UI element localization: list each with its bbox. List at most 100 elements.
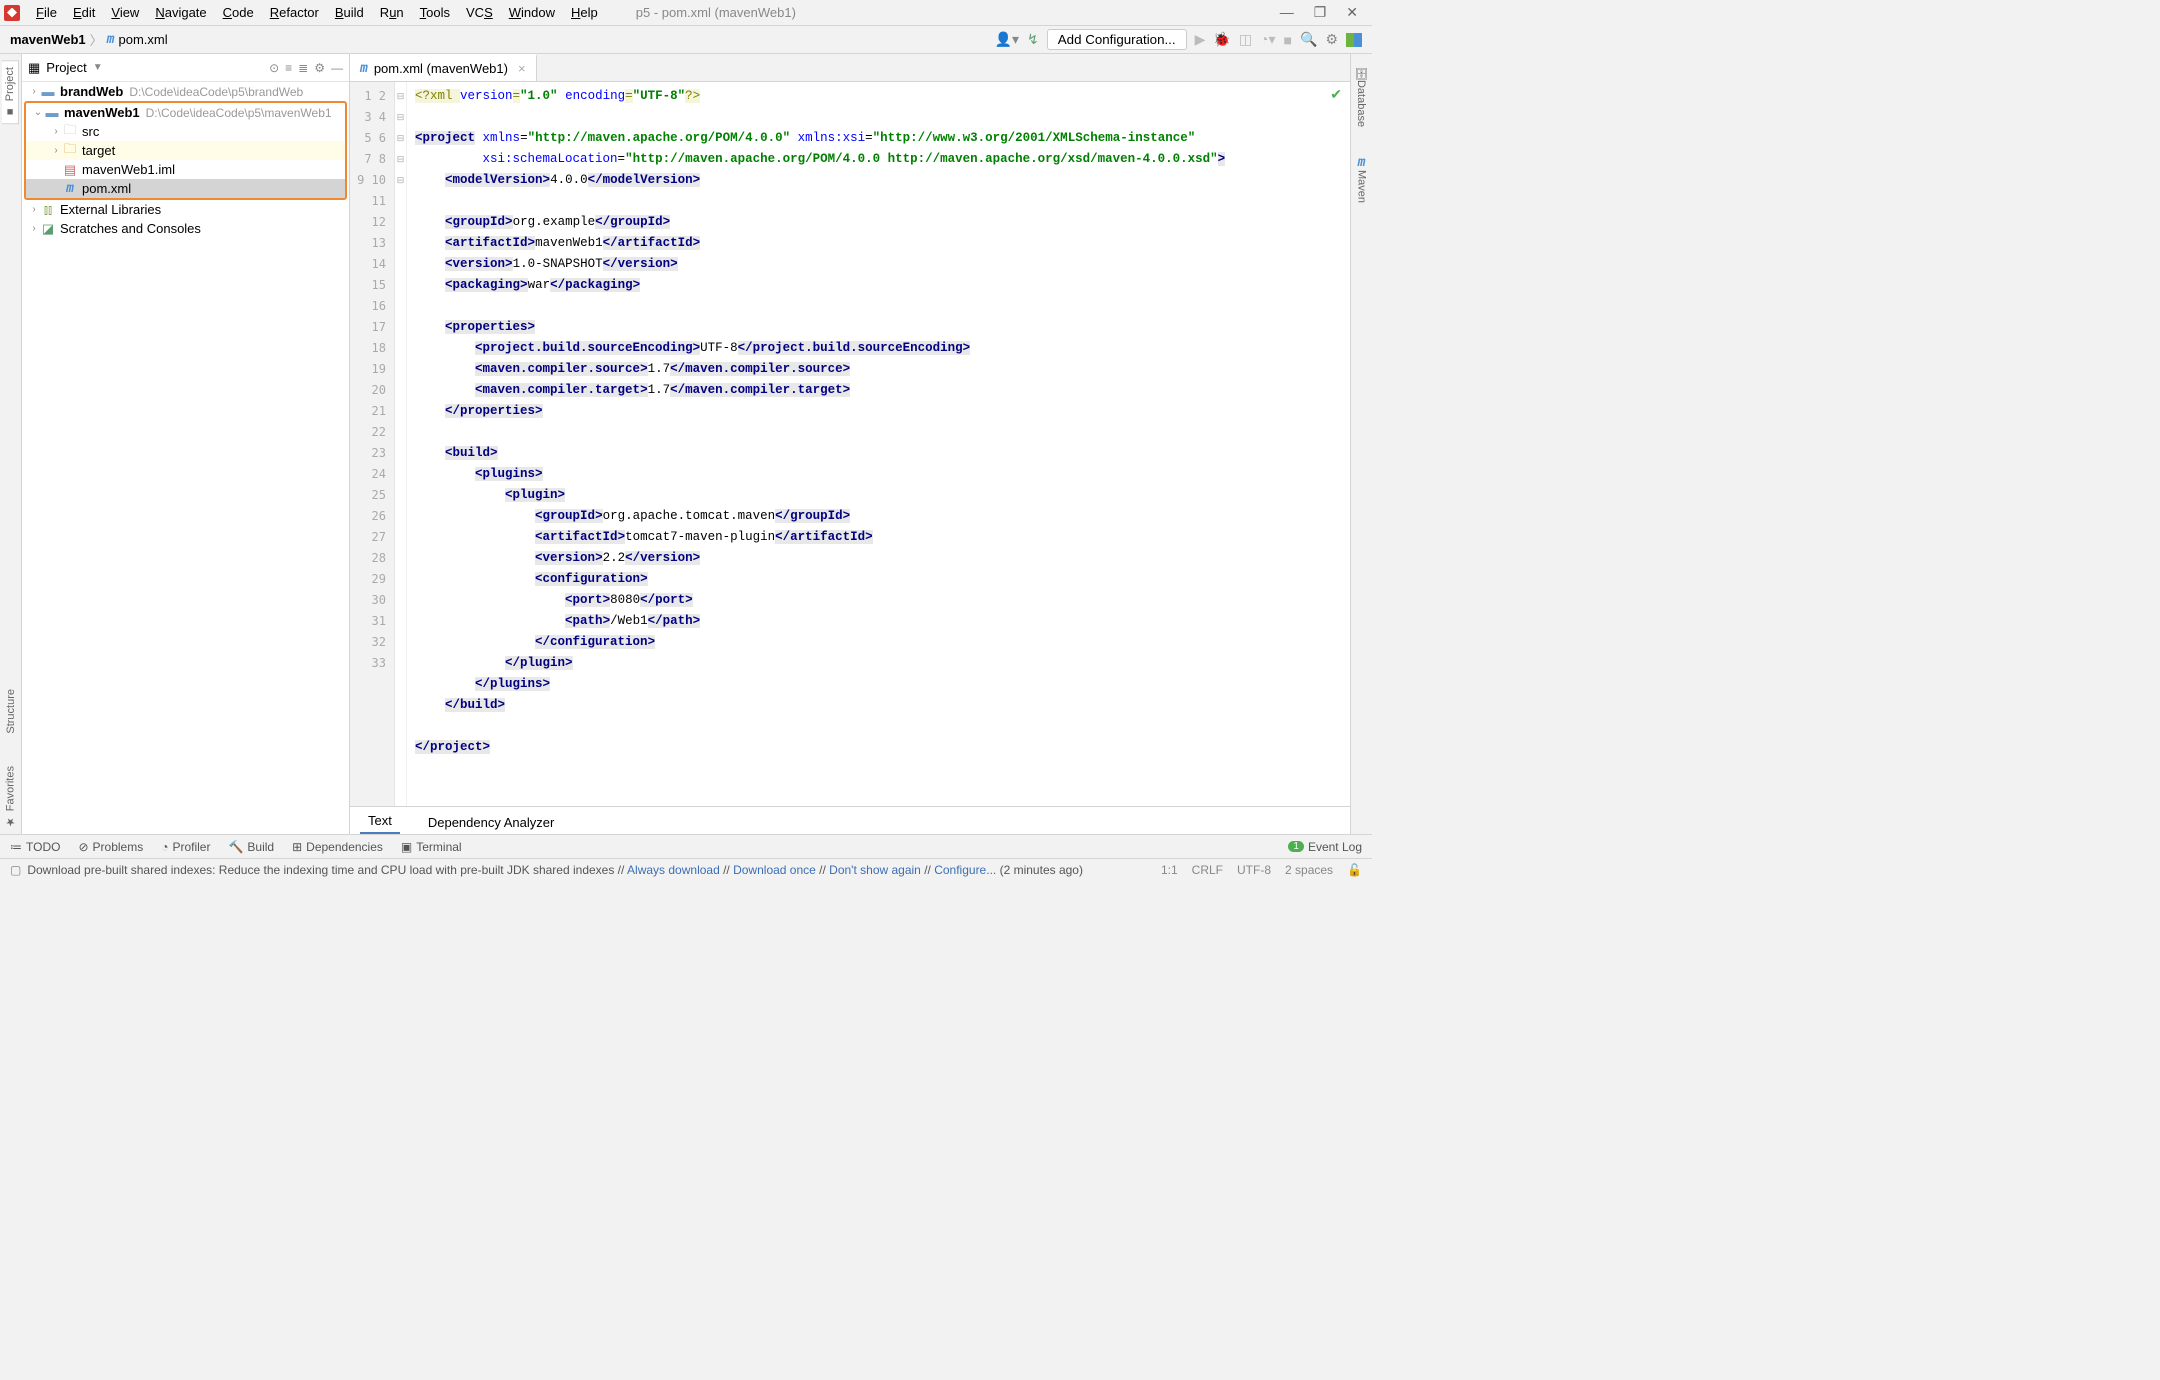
- module-icon: ▬: [44, 105, 60, 120]
- editor-body[interactable]: 1 2 3 4 5 6 7 8 9 10 11 12 13 14 15 16 1…: [350, 82, 1350, 806]
- caret-position[interactable]: 1:1: [1161, 863, 1178, 877]
- file-encoding[interactable]: UTF-8: [1237, 863, 1271, 877]
- breadcrumb-file[interactable]: m pom.xml: [107, 32, 168, 47]
- project-view-dropdown[interactable]: ▼: [93, 62, 103, 73]
- navigation-bar: mavenWeb1 〉 m pom.xml 👤▾ ↯ Add Configura…: [0, 26, 1372, 54]
- search-icon[interactable]: 🔍: [1300, 31, 1317, 48]
- status-message: Download pre-built shared indexes: Reduc…: [27, 863, 1083, 877]
- build-hammer-icon[interactable]: ↯: [1027, 31, 1039, 48]
- close-tab-icon[interactable]: ×: [518, 61, 526, 76]
- tree-path: D:\Code\ideaCode\p5\brandWeb: [129, 85, 303, 99]
- editor-tab-pom[interactable]: m pom.xml (mavenWeb1) ×: [350, 54, 537, 81]
- stop-button[interactable]: ■: [1284, 32, 1292, 48]
- tree-node-scratches[interactable]: › ◪ Scratches and Consoles: [22, 219, 349, 238]
- tool-problems[interactable]: ⊘ Problems: [78, 840, 143, 854]
- bottom-tab-dependency-analyzer[interactable]: Dependency Analyzer: [420, 811, 562, 834]
- module-icon: ▬: [40, 84, 56, 99]
- fold-gutter[interactable]: ⊟ ⊟ ⊟ ⊟ ⊟: [395, 82, 407, 806]
- breadcrumb-file-label: pom.xml: [118, 32, 167, 47]
- tree-label: mavenWeb1: [64, 105, 140, 120]
- collapse-icon[interactable]: ≣: [298, 61, 308, 75]
- project-panel-header: ▦ Project ▼ ⊙ ≡ ≣ ⚙ —: [22, 54, 349, 82]
- expand-icon[interactable]: ≡: [285, 61, 292, 75]
- menu-refactor[interactable]: Refactor: [262, 3, 327, 22]
- maven-file-icon: m: [107, 32, 115, 47]
- run-anything-icon[interactable]: [1346, 33, 1362, 47]
- editor-bottom-tabs: Text Dependency Analyzer: [350, 806, 1350, 834]
- panel-settings-icon[interactable]: ⚙: [314, 61, 325, 75]
- line-ending[interactable]: CRLF: [1192, 863, 1223, 877]
- tool-event-log[interactable]: Event Log: [1308, 840, 1362, 854]
- maven-file-icon: m: [360, 61, 368, 76]
- menu-help[interactable]: Help: [563, 3, 606, 22]
- tree-node-src[interactable]: › 🗀 src: [26, 122, 345, 141]
- tree-node-pom[interactable]: m pom.xml: [26, 179, 345, 198]
- hide-panel-icon[interactable]: —: [331, 61, 343, 75]
- coverage-button[interactable]: ◫: [1239, 31, 1252, 48]
- debug-button[interactable]: 🐞: [1213, 31, 1230, 48]
- tree-node-external-libraries[interactable]: › ⫾⫾ External Libraries: [22, 200, 349, 219]
- menu-tools[interactable]: Tools: [412, 3, 458, 22]
- maximize-button[interactable]: ❐: [1314, 4, 1327, 21]
- editor-area: m pom.xml (mavenWeb1) × 1 2 3 4 5 6 7 8 …: [350, 54, 1350, 834]
- menu-vcs[interactable]: VCS: [458, 3, 501, 22]
- menubar: File Edit View Navigate Code Refactor Bu…: [0, 0, 1372, 26]
- menu-edit[interactable]: Edit: [65, 3, 103, 22]
- tree-label: pom.xml: [82, 181, 131, 196]
- project-view-icon: ▦: [28, 60, 40, 76]
- tree-label: src: [82, 124, 99, 139]
- bottom-tab-text[interactable]: Text: [360, 809, 400, 834]
- menu-build[interactable]: Build: [327, 3, 372, 22]
- profile-button[interactable]: ◔▾: [1260, 31, 1275, 48]
- status-icon[interactable]: ▢: [10, 863, 21, 877]
- inspection-ok-icon[interactable]: ✔: [1330, 86, 1342, 103]
- project-panel: ▦ Project ▼ ⊙ ≡ ≣ ⚙ — › ▬ brandWeb D:\Co…: [22, 54, 350, 834]
- left-tab-favorites[interactable]: ★Favorites: [2, 760, 19, 834]
- tree-label: mavenWeb1.iml: [82, 162, 175, 177]
- lock-icon[interactable]: 🔓: [1347, 863, 1362, 877]
- menu-window[interactable]: Window: [501, 3, 563, 22]
- close-button[interactable]: ✕: [1346, 4, 1358, 21]
- menu-code[interactable]: Code: [215, 3, 262, 22]
- left-tab-project[interactable]: ■Project: [2, 60, 19, 124]
- tool-profiler[interactable]: ◔ Profiler: [161, 840, 210, 854]
- file-icon: ▤: [62, 162, 78, 178]
- window-title: p5 - pom.xml (mavenWeb1): [636, 5, 796, 20]
- status-link-configure[interactable]: Configure...: [934, 863, 996, 877]
- line-number-gutter: 1 2 3 4 5 6 7 8 9 10 11 12 13 14 15 16 1…: [350, 82, 395, 806]
- status-link-dont[interactable]: Don't show again: [829, 863, 921, 877]
- user-icon[interactable]: 👤▾: [995, 31, 1019, 48]
- run-button[interactable]: ▶: [1195, 31, 1206, 48]
- tree-node-mavenweb1[interactable]: ⌄ ▬ mavenWeb1 D:\Code\ideaCode\p5\mavenW…: [26, 103, 345, 122]
- folder-icon: 🗀: [62, 140, 78, 162]
- tool-terminal[interactable]: ▣ Terminal: [401, 840, 462, 854]
- settings-icon[interactable]: ⚙: [1325, 31, 1338, 48]
- right-tab-maven[interactable]: mMaven: [1354, 149, 1370, 209]
- right-tab-database[interactable]: 🗄Database: [1353, 60, 1370, 133]
- breadcrumb-project[interactable]: mavenWeb1: [10, 32, 86, 47]
- maven-file-icon: m: [62, 181, 78, 196]
- menu-file[interactable]: File: [28, 3, 65, 22]
- breadcrumb-separator: 〉: [90, 30, 103, 49]
- status-link-always[interactable]: Always download: [627, 863, 720, 877]
- tree-highlight-box: ⌄ ▬ mavenWeb1 D:\Code\ideaCode\p5\mavenW…: [24, 101, 347, 200]
- tool-dependencies[interactable]: ⊞ Dependencies: [292, 840, 383, 854]
- run-config-button[interactable]: Add Configuration...: [1047, 29, 1187, 50]
- status-link-once[interactable]: Download once: [733, 863, 816, 877]
- tree-node-iml[interactable]: ▤ mavenWeb1.iml: [26, 160, 345, 179]
- tree-node-brandweb[interactable]: › ▬ brandWeb D:\Code\ideaCode\p5\brandWe…: [22, 82, 349, 101]
- project-panel-title[interactable]: Project: [46, 60, 86, 75]
- editor-tab-label: pom.xml (mavenWeb1): [374, 61, 508, 76]
- indent-setting[interactable]: 2 spaces: [1285, 863, 1333, 877]
- locate-icon[interactable]: ⊙: [269, 61, 279, 75]
- tree-node-target[interactable]: › 🗀 target: [26, 141, 345, 160]
- tool-todo[interactable]: ≔ TODO: [10, 840, 60, 854]
- menu-run[interactable]: Run: [372, 3, 412, 22]
- code-content[interactable]: <?xml version="1.0" encoding="UTF-8"?> <…: [407, 82, 1350, 806]
- left-tab-structure[interactable]: Structure: [3, 683, 19, 740]
- tool-build[interactable]: 🔨 Build: [228, 840, 274, 854]
- minimize-button[interactable]: —: [1280, 4, 1294, 21]
- app-icon: [4, 5, 20, 21]
- menu-navigate[interactable]: Navigate: [147, 3, 214, 22]
- menu-view[interactable]: View: [103, 3, 147, 22]
